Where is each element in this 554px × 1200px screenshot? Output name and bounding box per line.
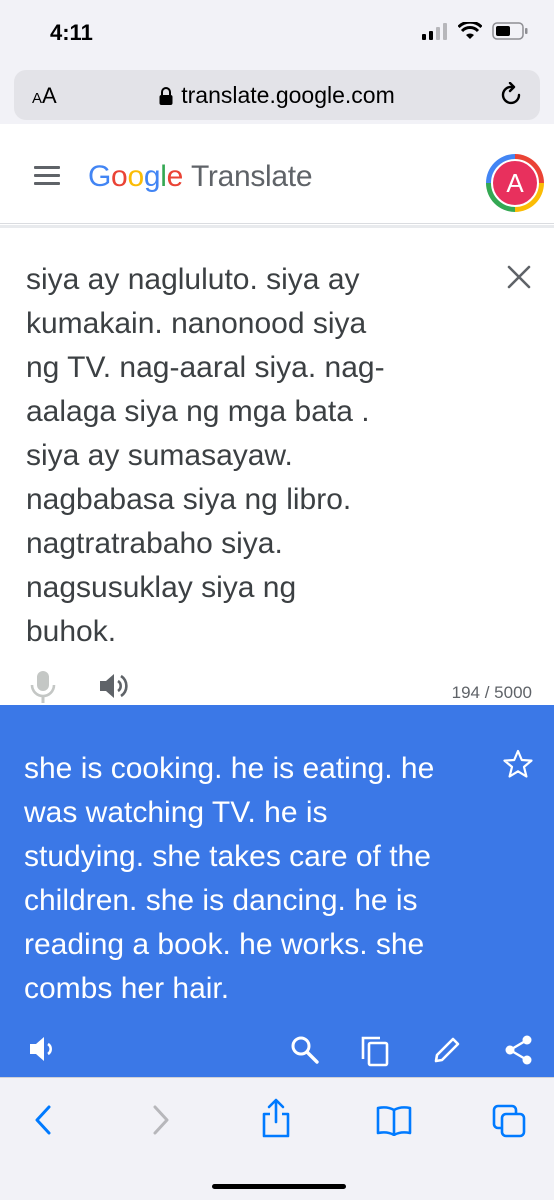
translation-panel: she is cooking. he is eating. he was wat… bbox=[0, 705, 554, 1077]
edit-button[interactable] bbox=[432, 1035, 462, 1070]
tabs-button[interactable] bbox=[492, 1104, 526, 1143]
hamburger-menu-icon[interactable] bbox=[34, 166, 60, 186]
status-bar: 4:11 bbox=[0, 0, 554, 64]
copy-icon bbox=[361, 1036, 389, 1067]
listen-source-button[interactable] bbox=[98, 672, 130, 705]
close-icon bbox=[507, 265, 531, 289]
share-translation-button[interactable] bbox=[505, 1035, 533, 1070]
bookmarks-button[interactable] bbox=[376, 1104, 412, 1141]
status-icons bbox=[422, 22, 528, 40]
browser-toolbar bbox=[0, 1077, 554, 1200]
voice-input-button[interactable] bbox=[30, 670, 56, 709]
copy-button[interactable] bbox=[360, 1035, 390, 1072]
tabs-icon bbox=[492, 1104, 526, 1138]
app-header: Google Translate A bbox=[0, 124, 554, 224]
share-icon bbox=[262, 1098, 290, 1138]
bookmarks-icon bbox=[376, 1106, 412, 1137]
listen-translation-button[interactable] bbox=[28, 1035, 60, 1068]
speaker-icon bbox=[100, 674, 128, 698]
share-icon bbox=[505, 1035, 532, 1065]
back-button[interactable] bbox=[32, 1104, 54, 1141]
translation-text: she is cooking. he is eating. he was wat… bbox=[24, 752, 435, 1005]
source-panel: siya ay nagluluto. siya ay kumakain. nan… bbox=[0, 225, 554, 705]
address-bar[interactable]: AA translate.google.com bbox=[14, 70, 540, 120]
reload-icon bbox=[501, 81, 521, 105]
url-text: translate.google.com bbox=[181, 82, 395, 108]
status-time: 4:11 bbox=[50, 20, 93, 45]
speaker-icon bbox=[30, 1037, 52, 1061]
edit-icon bbox=[434, 1037, 460, 1063]
save-translation-button[interactable] bbox=[503, 749, 533, 784]
star-icon bbox=[503, 749, 533, 778]
battery-icon bbox=[492, 22, 528, 40]
google-translate-logo[interactable]: Google Translate bbox=[88, 160, 313, 194]
translation-toolbar bbox=[0, 1035, 554, 1075]
character-count: 194 / 5000 bbox=[451, 683, 532, 702]
home-indicator bbox=[212, 1184, 346, 1189]
signal-icon bbox=[422, 23, 447, 40]
product-name: Translate bbox=[190, 160, 313, 193]
lock-icon bbox=[159, 86, 173, 105]
url-display[interactable]: translate.google.com bbox=[14, 82, 540, 109]
forward-button[interactable] bbox=[150, 1104, 172, 1141]
avatar: A bbox=[491, 159, 539, 207]
search-icon bbox=[291, 1036, 319, 1064]
source-text-input[interactable]: siya ay nagluluto. siya ay kumakain. nan… bbox=[26, 258, 456, 654]
back-icon bbox=[35, 1105, 51, 1135]
search-button[interactable] bbox=[290, 1035, 320, 1070]
share-button[interactable] bbox=[260, 1098, 292, 1143]
clear-text-button[interactable] bbox=[506, 264, 532, 290]
forward-icon bbox=[153, 1105, 169, 1135]
mic-icon bbox=[30, 671, 56, 703]
reload-button[interactable] bbox=[500, 81, 524, 113]
browser-address-area: AA translate.google.com bbox=[0, 64, 554, 124]
wifi-icon bbox=[458, 22, 482, 39]
account-avatar-button[interactable]: A bbox=[486, 154, 544, 212]
